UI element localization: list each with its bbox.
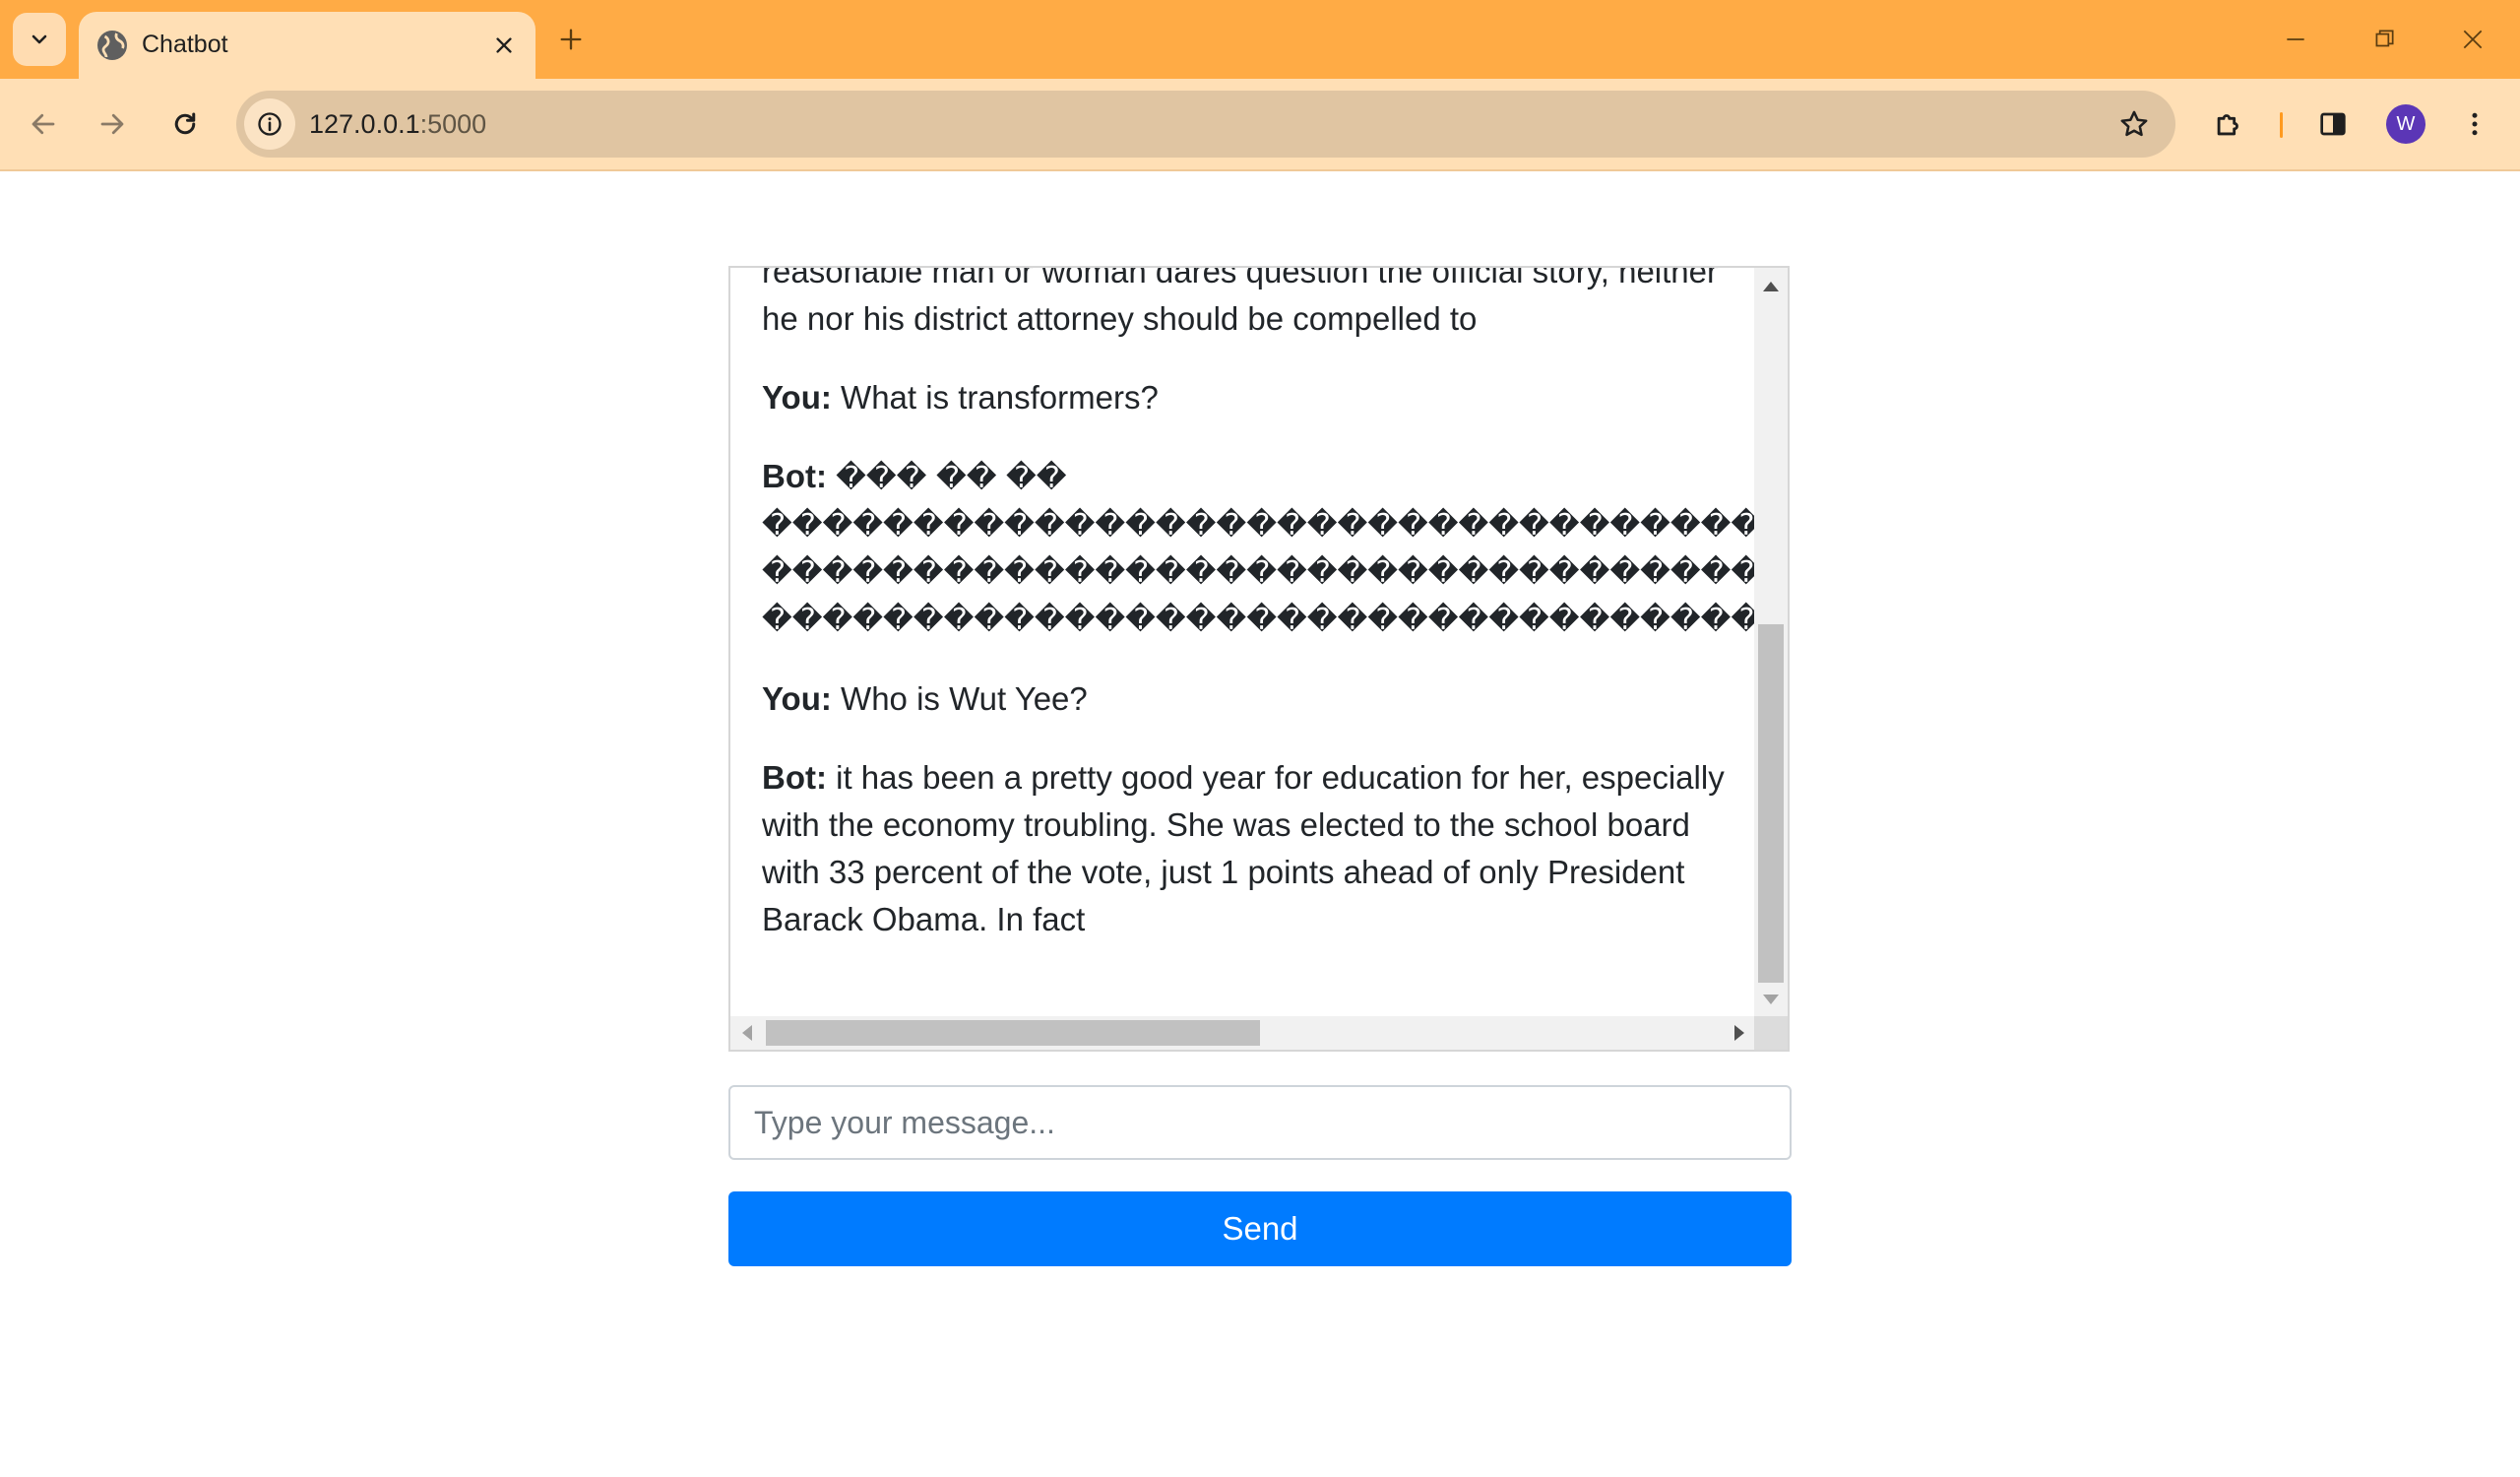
minimize-button[interactable] <box>2276 20 2315 59</box>
chat-message: reasonable man or woman dares question t… <box>762 268 1756 343</box>
puzzle-icon <box>2217 114 2238 136</box>
message-text: it has been a pretty good year for educa… <box>762 759 1725 937</box>
globe-icon <box>97 31 127 60</box>
restore-button[interactable] <box>2364 20 2404 59</box>
back-button[interactable] <box>20 100 67 148</box>
chat-history[interactable]: reasonable man or woman dares question t… <box>728 266 1790 1052</box>
tab-strip: Chatbot <box>0 0 2520 79</box>
chat-message: Bot: it has been a pretty good year for … <box>762 754 1756 943</box>
browser-toolbar: 127.0.0.1:5000 <box>0 79 2520 171</box>
message-text: Who is Wut Yee? <box>841 680 1088 717</box>
horizontal-scroll-thumb[interactable] <box>766 1020 1260 1046</box>
scroll-left-arrow-icon[interactable] <box>742 1025 752 1041</box>
bookmark-button[interactable] <box>2112 102 2156 146</box>
minimize-icon <box>2287 38 2304 40</box>
scroll-up-arrow-icon[interactable] <box>1763 282 1779 291</box>
send-button[interactable]: Send <box>728 1191 1792 1266</box>
scroll-right-arrow-icon[interactable] <box>1734 1025 1744 1041</box>
chat-content: reasonable man or woman dares question t… <box>730 268 1756 1018</box>
profile-avatar[interactable]: W <box>2386 104 2426 144</box>
message-text: What is transformers? <box>841 379 1159 416</box>
chat-message: Bot: ��� �� �� �������������������������… <box>762 453 1756 644</box>
message-text-line: ����������������������������������������… <box>762 555 1756 590</box>
chat-message: You: Who is Wut Yee? <box>762 675 1756 723</box>
message-text: reasonable man or woman dares question t… <box>762 268 1718 337</box>
site-info-button[interactable] <box>244 98 295 150</box>
tab-search-button[interactable] <box>13 13 66 66</box>
side-panel-button[interactable] <box>2309 100 2357 148</box>
restore-icon <box>2375 30 2394 47</box>
more-vert-icon <box>2472 112 2478 136</box>
active-tab[interactable]: Chatbot <box>79 12 536 79</box>
close-window-icon <box>2463 30 2483 49</box>
vertical-scroll-thumb[interactable] <box>1758 624 1784 983</box>
toolbar-separator <box>2280 112 2283 138</box>
message-input[interactable] <box>728 1085 1792 1160</box>
message-speaker: You: <box>762 379 832 416</box>
address-bar[interactable]: 127.0.0.1:5000 <box>236 91 2175 158</box>
close-icon <box>496 37 512 53</box>
menu-button[interactable] <box>2451 100 2498 148</box>
plus-icon <box>560 29 582 50</box>
tab-close-button[interactable] <box>486 28 522 63</box>
scroll-down-arrow-icon[interactable] <box>1763 995 1779 1004</box>
new-tab-button[interactable] <box>551 20 591 59</box>
chevron-down-icon <box>32 34 47 44</box>
tab-title: Chatbot <box>142 31 228 58</box>
scrollbar-corner <box>1754 1016 1788 1050</box>
arrow-right-icon <box>100 113 124 135</box>
forward-button[interactable] <box>89 100 136 148</box>
side-panel-icon <box>2320 112 2346 136</box>
vertical-scrollbar[interactable] <box>1754 268 1788 1018</box>
arrow-left-icon <box>32 113 55 135</box>
horizontal-scrollbar[interactable] <box>730 1016 1756 1050</box>
reload-button[interactable] <box>161 100 209 148</box>
message-speaker: You: <box>762 680 832 717</box>
message-speaker: Bot: <box>762 759 827 796</box>
info-icon <box>258 112 282 136</box>
close-window-button[interactable] <box>2453 20 2492 59</box>
url-host: 127.0.0.1 <box>309 109 420 139</box>
message-text-line: ����������������������������������������… <box>762 508 1756 543</box>
chat-message: You: What is transformers? <box>762 374 1756 421</box>
url-text: 127.0.0.1:5000 <box>309 106 486 142</box>
message-text-line: ����������������������������������������… <box>762 603 1756 637</box>
extensions-button[interactable] <box>2205 100 2252 148</box>
star-icon <box>2120 110 2148 137</box>
message-text-line: ��� �� �� <box>836 461 1067 495</box>
reload-icon <box>174 112 196 135</box>
message-speaker: Bot: <box>762 458 827 494</box>
url-port: :5000 <box>419 109 487 139</box>
